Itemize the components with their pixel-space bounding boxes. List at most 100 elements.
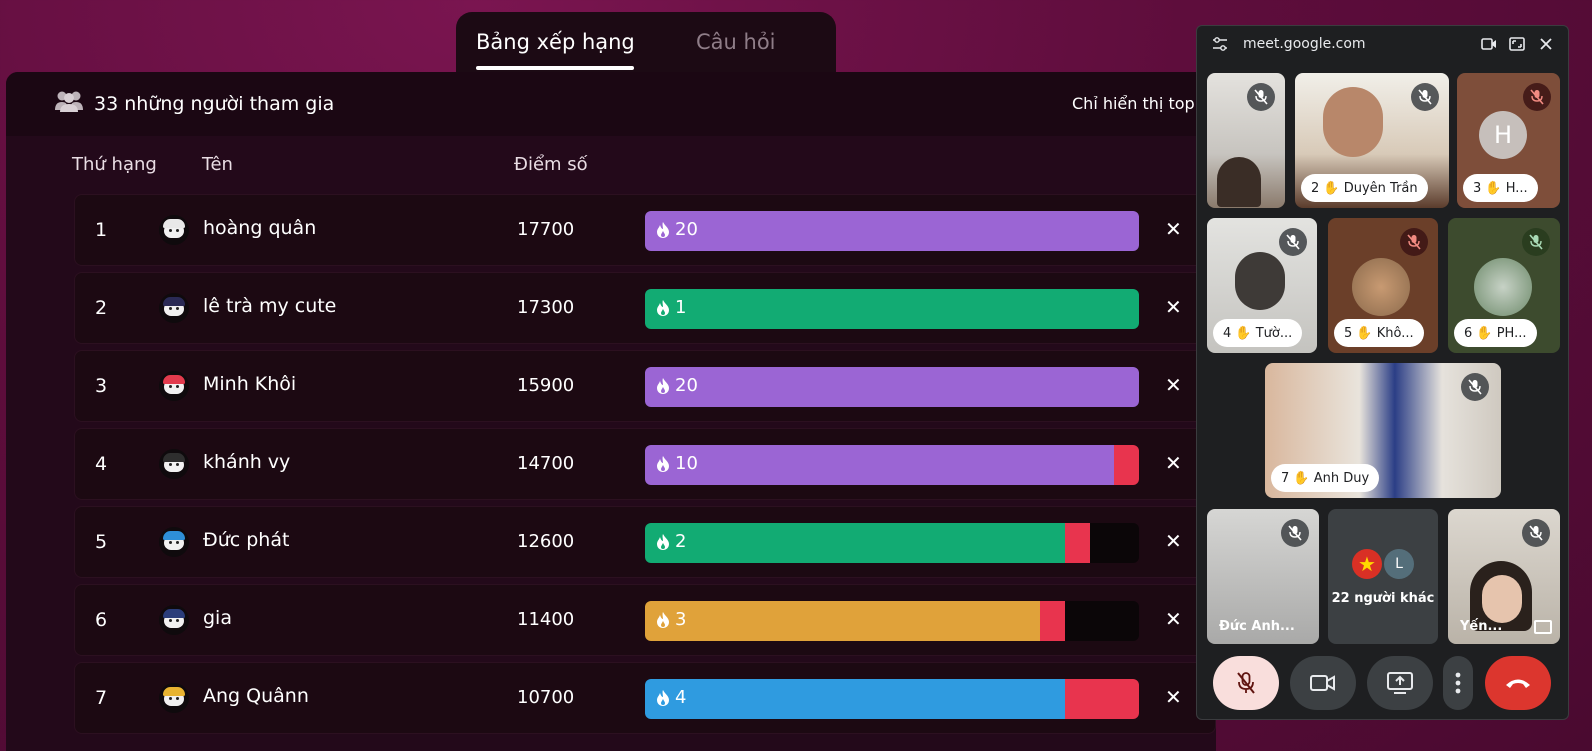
player-score: 17700: [517, 219, 575, 240]
rank-number: 1: [95, 219, 108, 241]
score-bar-fill: [645, 367, 1139, 407]
present-screen-button[interactable]: [1367, 656, 1433, 710]
leaderboard-panel: 33 những người tham gia Chỉ hiển thị top…: [6, 72, 1216, 751]
player-score: 10700: [517, 687, 575, 708]
column-header-rank: Thứ hạng: [72, 154, 157, 175]
picture-in-picture-icon[interactable]: [1534, 620, 1552, 634]
more-options-button[interactable]: [1443, 656, 1473, 710]
remove-player-button[interactable]: ✕: [1165, 451, 1182, 475]
camera-icon[interactable]: [1480, 35, 1498, 53]
streak-count: 20: [675, 219, 698, 240]
settings-sliders-icon[interactable]: [1211, 35, 1229, 53]
participant-tile[interactable]: 2 ✋ Duyên Trần: [1295, 73, 1449, 208]
fullscreen-icon[interactable]: [1508, 35, 1526, 53]
close-icon[interactable]: [1537, 35, 1555, 53]
player-avatar: [159, 215, 189, 245]
leave-call-button[interactable]: [1485, 656, 1551, 710]
remove-player-button[interactable]: ✕: [1165, 295, 1182, 319]
participant-tile[interactable]: 4 ✋ Tườ...: [1207, 218, 1317, 353]
rank-number: 2: [95, 297, 108, 319]
more-vert-icon: [1455, 672, 1461, 694]
mic-off-icon: [1237, 672, 1255, 694]
leaderboard-row: 5 Đức phát 12600 2 ✕: [74, 506, 1216, 578]
camera-button[interactable]: [1290, 656, 1356, 710]
streak-count: 1: [675, 297, 687, 318]
avatar-hat: [163, 219, 185, 228]
score-bar-penalty: [1114, 445, 1139, 485]
streak-badge: 3: [655, 609, 686, 630]
mic-off-icon: [1400, 228, 1428, 256]
leaderboard-row: 4 khánh vy 14700 10 ✕: [74, 428, 1216, 500]
streak-badge: 4: [655, 687, 686, 708]
player-avatar: [159, 605, 189, 635]
score-bar-fill: [645, 523, 1065, 563]
player-avatar: [159, 527, 189, 557]
mic-off-icon: [1281, 519, 1309, 547]
meet-title-bar: meet.google.com: [1197, 26, 1568, 64]
streak-count: 2: [675, 531, 687, 552]
avatar: [1474, 258, 1532, 316]
participant-name-label: 7 ✋ Anh Duy: [1271, 464, 1380, 492]
participant-tile[interactable]: 7 ✋ Anh Duy: [1265, 363, 1501, 498]
mic-off-icon: [1522, 228, 1550, 256]
flame-icon: [657, 689, 669, 706]
streak-badge: 20: [655, 375, 698, 396]
player-name: gia: [203, 607, 232, 629]
participant-name-label: 5 ✋ Khô...: [1334, 319, 1424, 347]
avatar-hat: [163, 687, 185, 696]
rank-number: 6: [95, 609, 108, 631]
score-bar-fill: [645, 601, 1040, 641]
tab-questions[interactable]: Câu hỏi: [696, 30, 776, 54]
remove-player-button[interactable]: ✕: [1165, 607, 1182, 631]
participant-name-label: Đức Anh...: [1219, 619, 1295, 634]
mic-off-icon: [1279, 228, 1307, 256]
rank-number: 5: [95, 531, 108, 553]
streak-count: 3: [675, 609, 687, 630]
score-bar: 10: [645, 445, 1139, 485]
mic-off-icon: [1523, 83, 1551, 111]
participant-tile[interactable]: 5 ✋ Khô...: [1328, 218, 1438, 353]
score-bar: 20: [645, 367, 1139, 407]
column-header-name: Tên: [202, 154, 233, 175]
rank-number: 3: [95, 375, 108, 397]
streak-count: 10: [675, 453, 698, 474]
mic-off-icon: [1461, 373, 1489, 401]
avatar: L: [1384, 549, 1414, 579]
mic-off-icon: [1411, 83, 1439, 111]
player-avatar: [159, 293, 189, 323]
player-score: 12600: [517, 531, 575, 552]
participant-tile[interactable]: Đức Anh...: [1207, 509, 1319, 644]
face-shape: [1482, 575, 1522, 623]
mute-button[interactable]: [1213, 656, 1279, 710]
others-count-label: 22 người khác: [1331, 591, 1435, 606]
score-bar-penalty: [1065, 523, 1090, 563]
score-bar: 3: [645, 601, 1139, 641]
participant-tile[interactable]: 6 ✋ PH...: [1448, 218, 1560, 353]
active-tab-indicator: [476, 66, 634, 70]
others-tile[interactable]: ★ L 22 người khác: [1328, 509, 1438, 644]
column-header-score: Điểm số: [514, 154, 588, 175]
leaderboard-row: 3 Minh Khôi 15900 20 ✕: [74, 350, 1216, 422]
streak-badge: 2: [655, 531, 686, 552]
top-note: Chỉ hiển thị top 5: [1072, 94, 1210, 113]
avatar-hat: [163, 297, 185, 306]
player-name: hoàng quân: [203, 217, 317, 239]
player-name: Minh Khôi: [203, 373, 297, 395]
tab-leaderboard[interactable]: Bảng xếp hạng: [476, 30, 635, 54]
remove-player-button[interactable]: ✕: [1165, 529, 1182, 553]
flame-icon: [657, 455, 669, 472]
people-icon: [54, 90, 84, 117]
meet-url: meet.google.com: [1243, 36, 1366, 52]
participant-tile[interactable]: Yến...: [1448, 509, 1560, 644]
participant-tile[interactable]: H 3 ✋ H...: [1457, 73, 1560, 208]
avatar-hat: [163, 453, 185, 462]
participant-name-label: 3 ✋ H...: [1463, 174, 1538, 202]
streak-badge: 10: [655, 453, 698, 474]
remove-player-button[interactable]: ✕: [1165, 217, 1182, 241]
mic-off-icon: [1247, 83, 1275, 111]
score-bar-fill: [645, 211, 1139, 251]
remove-player-button[interactable]: ✕: [1165, 373, 1182, 397]
remove-player-button[interactable]: ✕: [1165, 685, 1182, 709]
participant-name-label: Yến...: [1460, 619, 1503, 634]
participant-tile[interactable]: [1207, 73, 1285, 208]
